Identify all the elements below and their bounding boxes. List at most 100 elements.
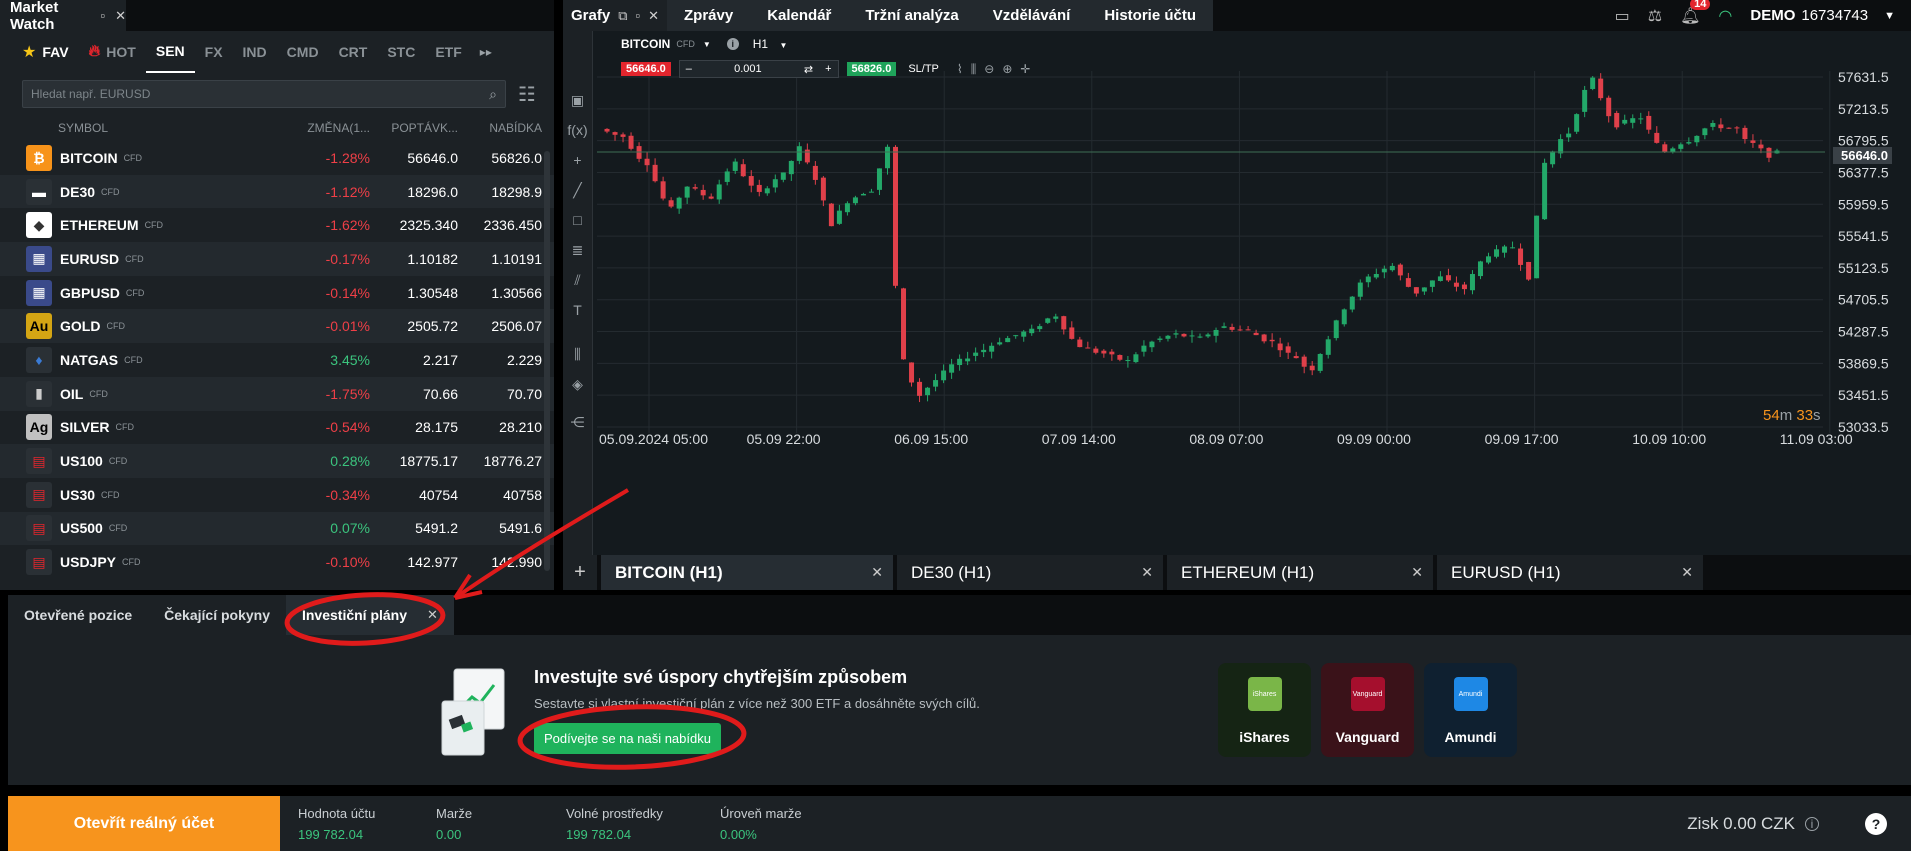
- candlestick-chart[interactable]: 57631.557213.556795.556377.555959.555541…: [563, 31, 1911, 555]
- column-symbol[interactable]: SYMBOL: [0, 121, 290, 135]
- tabs-scroll-right-icon[interactable]: ▸▸: [480, 45, 492, 59]
- menu-item[interactable]: Historie účtu: [1087, 0, 1213, 31]
- etf-provider-card[interactable]: Vanguard Vanguard: [1321, 663, 1414, 757]
- line-chart-icon[interactable]: ⌇: [957, 62, 963, 76]
- close-icon[interactable]: ✕: [648, 9, 659, 22]
- symbol-row[interactable]: ▤ US100 CFD 0.28% 18775.17 18776.27: [0, 444, 554, 478]
- symbol-row[interactable]: Au GOLD CFD -0.01% 2505.72 2506.07: [0, 309, 554, 344]
- chart-tab[interactable]: BITCOIN (H1) ✕: [601, 555, 893, 590]
- help-button[interactable]: ?: [1865, 812, 1887, 835]
- minus-icon[interactable]: –: [680, 63, 698, 75]
- symbol-row[interactable]: ▮ OIL CFD -1.75% 70.66 70.70: [0, 376, 554, 411]
- close-icon[interactable]: ✕: [1681, 564, 1693, 581]
- chart-tab[interactable]: ETHEREUM (H1) ✕: [1167, 555, 1433, 590]
- ask-cell[interactable]: 2506.07: [458, 318, 542, 334]
- bid-cell[interactable]: 1.10182: [370, 251, 458, 267]
- close-icon[interactable]: ✕: [1141, 564, 1153, 581]
- symbol-row[interactable]: ▤ USDJPY CFD -0.10% 142.977 142.990: [0, 545, 554, 578]
- market-tab-fav[interactable]: ★ FAV: [12, 31, 79, 73]
- signals-icon[interactable]: ⚖: [1648, 6, 1662, 26]
- bid-cell[interactable]: 2325.340: [370, 217, 458, 233]
- menu-item[interactable]: Zprávy: [667, 0, 750, 31]
- zoom-out-icon[interactable]: ⊖: [984, 62, 994, 76]
- bottom-tab[interactable]: Otevřené pozice: [8, 595, 149, 635]
- close-icon[interactable]: ✕: [1411, 564, 1423, 581]
- ask-cell[interactable]: 5491.6: [458, 520, 542, 536]
- menu-item[interactable]: Tržní analýza: [848, 0, 975, 31]
- account-selector[interactable]: DEMO 16734743 ▼: [1750, 7, 1895, 24]
- symbol-list-scrollbar[interactable]: [544, 151, 550, 571]
- bid-cell[interactable]: 40754: [370, 487, 458, 503]
- column-bid[interactable]: POPTÁVK...: [370, 121, 458, 135]
- volume-value[interactable]: 0.001: [698, 63, 798, 75]
- symbol-row[interactable]: ♦ NATGAS CFD 3.45% 2.217 2.229: [0, 343, 554, 377]
- open-real-account-button[interactable]: Otevřít reálný účet: [8, 796, 280, 851]
- close-icon[interactable]: ✕: [115, 9, 126, 22]
- grid-view-icon[interactable]: ☷: [518, 82, 536, 107]
- ask-cell[interactable]: 142.990: [458, 554, 542, 570]
- candles-settings-icon[interactable]: ⫼: [563, 339, 592, 369]
- maximize-icon[interactable]: ▫: [100, 9, 105, 22]
- fibonacci-icon[interactable]: ≣: [563, 235, 592, 265]
- market-tab-stc[interactable]: STC: [377, 31, 425, 73]
- bid-cell[interactable]: 5491.2: [370, 520, 458, 536]
- info-icon[interactable]: i: [726, 38, 739, 50]
- bottom-tab[interactable]: Čekající pokyny: [148, 595, 286, 635]
- bid-cell[interactable]: 1.30548: [370, 285, 458, 301]
- chart-area[interactable]: 57631.5 57213.5 56795.5 56377.5 55959.5 55541…: [563, 31, 1911, 555]
- search-icon[interactable]: ⌕: [489, 86, 497, 103]
- bottom-tab[interactable]: Investiční plány ✕: [285, 595, 454, 635]
- zoom-in-icon[interactable]: ⊕: [1002, 62, 1012, 76]
- ask-cell[interactable]: 70.70: [458, 386, 542, 402]
- close-icon[interactable]: ✕: [871, 564, 883, 581]
- chart-tab[interactable]: DE30 (H1) ✕: [897, 555, 1163, 590]
- market-tab-etf[interactable]: ETF: [425, 31, 471, 73]
- symbol-row[interactable]: ▤ US500 CFD 0.07% 5491.2 5491.6: [0, 511, 554, 546]
- bid-cell[interactable]: 28.175: [370, 419, 458, 435]
- share-icon[interactable]: ⋲: [563, 407, 592, 437]
- symbol-row[interactable]: ▤ US30 CFD -0.34% 40754 40758: [0, 478, 554, 512]
- bid-cell[interactable]: 18775.17: [370, 453, 458, 469]
- text-icon[interactable]: T: [563, 295, 592, 325]
- market-tab-crt[interactable]: CRT: [329, 31, 378, 73]
- column-change[interactable]: ZMĚNA(1...: [290, 121, 370, 135]
- column-ask[interactable]: NABÍDKA: [458, 121, 542, 135]
- bid-cell[interactable]: 18296.0: [370, 184, 458, 200]
- ask-cell[interactable]: 40758: [458, 487, 542, 503]
- bid-cell[interactable]: 142.977: [370, 554, 458, 570]
- bid-cell[interactable]: 2505.72: [370, 318, 458, 334]
- view-offer-button[interactable]: Podívejte se na naši nabídku: [534, 723, 721, 754]
- layout-icon[interactable]: ▭: [1615, 6, 1630, 26]
- ask-cell[interactable]: 56826.0: [458, 150, 542, 166]
- ask-cell[interactable]: 1.30566: [458, 285, 542, 301]
- symbol-row[interactable]: ▦ GBPUSD CFD -0.14% 1.30548 1.30566: [0, 276, 554, 310]
- rectangle-icon[interactable]: □: [563, 205, 592, 235]
- close-icon[interactable]: ✕: [427, 607, 438, 623]
- crosshair-icon[interactable]: ✛: [1020, 62, 1030, 76]
- detach-icon[interactable]: ⧉: [618, 9, 627, 22]
- chart-symbol[interactable]: BITCOIN: [621, 37, 670, 51]
- candles-icon[interactable]: ⫼: [971, 62, 977, 77]
- toolbar-rectangle-icon[interactable]: ▣: [563, 85, 592, 115]
- ask-cell[interactable]: 2336.450: [458, 217, 542, 233]
- symbol-row[interactable]: ◆ ETHEREUM CFD -1.62% 2325.340 2336.450: [0, 208, 554, 242]
- sltp-button[interactable]: SL/TP: [908, 63, 939, 75]
- maximize-icon[interactable]: ▫: [635, 9, 640, 22]
- symbol-row[interactable]: ₿ BITCOIN CFD -1.28% 56646.0 56826.0: [0, 141, 554, 175]
- sell-button[interactable]: 56646.0: [621, 62, 671, 76]
- market-tab-fx[interactable]: FX: [195, 31, 233, 73]
- bid-cell[interactable]: 2.217: [370, 352, 458, 368]
- ask-cell[interactable]: 1.10191: [458, 251, 542, 267]
- info-icon[interactable]: i: [1805, 816, 1819, 831]
- indicator-fx-icon[interactable]: f(x): [563, 115, 592, 145]
- swap-icon[interactable]: ⇄: [798, 63, 819, 76]
- chevron-down-icon[interactable]: ▼: [703, 40, 711, 49]
- pitchfork-icon[interactable]: ⫽: [563, 265, 592, 295]
- ask-cell[interactable]: 2.229: [458, 352, 542, 368]
- market-tab-hot[interactable]: 🔥︎ HOT: [79, 31, 146, 73]
- crosshair-icon[interactable]: +: [563, 145, 592, 175]
- notifications-bell-icon[interactable]: 🔔︎ 14: [1680, 0, 1711, 26]
- layers-icon[interactable]: ◈: [563, 369, 592, 399]
- symbol-row[interactable]: ▬ DE30 CFD -1.12% 18296.0 18298.9: [0, 174, 554, 209]
- market-tab-ind[interactable]: IND: [233, 31, 277, 73]
